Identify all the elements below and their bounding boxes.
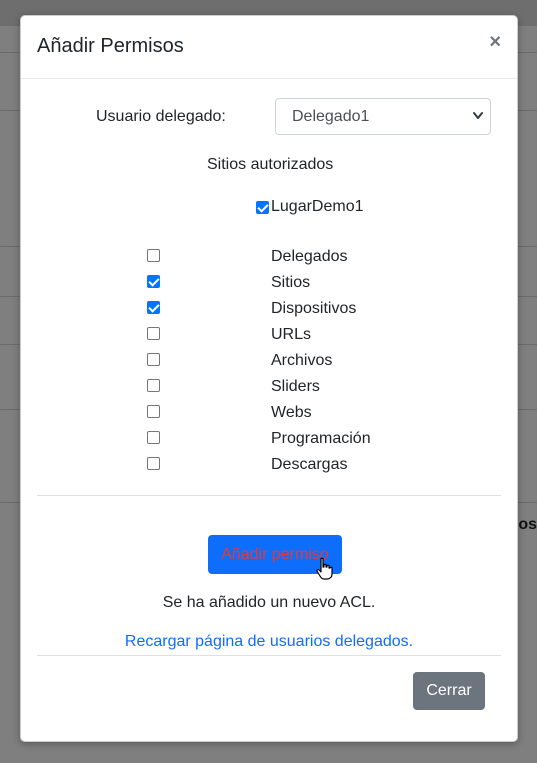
status-message: Se ha añadido un nuevo ACL. <box>162 594 376 611</box>
permission-label: URLs <box>271 326 312 343</box>
sites-title: Sitios autorizados <box>207 156 334 173</box>
permission-label: Descargas <box>271 456 348 473</box>
permission-label: Archivos <box>271 352 333 369</box>
user-select-label: Usuario delegado: <box>96 108 226 125</box>
modal-header: Añadir Permisos × <box>21 16 517 79</box>
permission-checkbox-sitios[interactable] <box>147 275 160 288</box>
hand-pointer-icon <box>316 557 333 580</box>
permission-checkbox-dispositivos[interactable] <box>147 301 160 314</box>
close-button[interactable]: Cerrar <box>413 672 485 710</box>
modal-title: Añadir Permisos <box>37 35 184 57</box>
site-checkbox[interactable] <box>256 200 269 214</box>
close-icon[interactable]: × <box>489 32 501 52</box>
chevron-down-icon <box>473 112 483 119</box>
permission-label: Webs <box>271 404 312 421</box>
user-select-value: Delegado1 <box>292 108 370 125</box>
permission-label: Programación <box>271 430 371 447</box>
permission-checkbox-programacion[interactable] <box>147 431 160 444</box>
permission-label: Delegados <box>271 248 348 265</box>
permission-checkbox-urls[interactable] <box>147 327 160 340</box>
user-select[interactable]: Delegado1 <box>275 98 491 135</box>
permission-checkbox-descargas[interactable] <box>147 457 160 470</box>
site-item: LugarDemo1 <box>256 198 364 216</box>
permission-checkbox-delegados[interactable] <box>147 249 160 262</box>
permission-checkbox-archivos[interactable] <box>147 353 160 366</box>
section-divider <box>37 495 501 496</box>
permission-label: Dispositivos <box>271 300 357 317</box>
permission-checkbox-sliders[interactable] <box>147 379 160 392</box>
permission-label: Sliders <box>271 378 320 395</box>
footer-divider <box>37 655 501 656</box>
permission-checkbox-webs[interactable] <box>147 405 160 418</box>
add-permissions-modal: Añadir Permisos × Usuario delegado: Dele… <box>20 15 518 742</box>
site-label: LugarDemo1 <box>271 198 364 215</box>
reload-delegated-users-link[interactable]: Recargar página de usuarios delegados. <box>21 633 517 651</box>
permission-label: Sitios <box>271 274 311 291</box>
